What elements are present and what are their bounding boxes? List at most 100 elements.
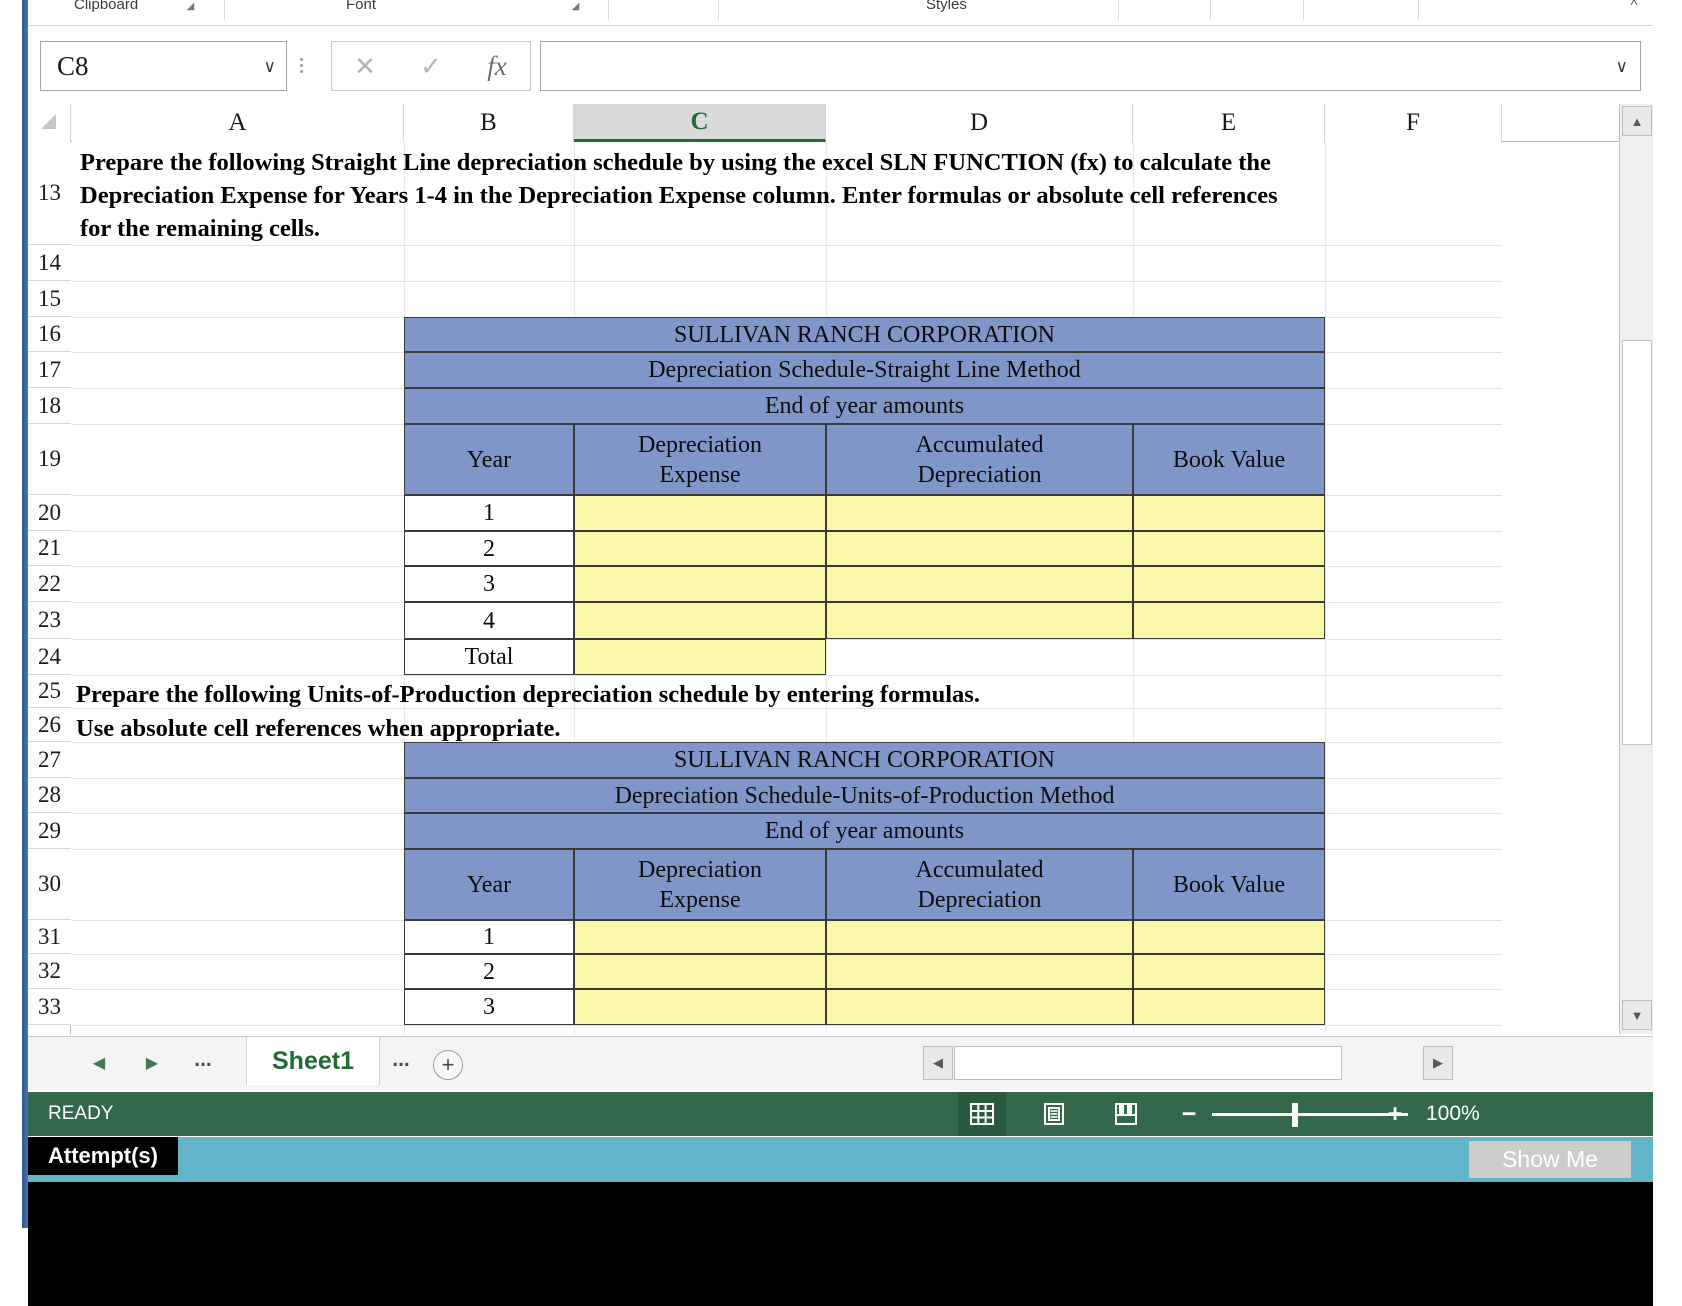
- last-sheet-button[interactable]: ▶: [138, 1051, 166, 1077]
- sheet-tabs-left-ellipsis[interactable]: ...: [188, 1049, 218, 1077]
- row-header-20[interactable]: 20: [28, 495, 71, 531]
- units-of-production-instruction-line1: Prepare the following Units-of-Productio…: [76, 681, 980, 708]
- row-header-26[interactable]: 26: [28, 708, 71, 742]
- select-all-triangle-icon: [41, 114, 56, 129]
- row-header-28[interactable]: 28: [28, 778, 71, 813]
- column-header-e[interactable]: E: [1133, 104, 1325, 142]
- column-header-c[interactable]: C: [574, 104, 826, 142]
- cancel-formula-icon[interactable]: ✕: [340, 53, 390, 79]
- row-header-17[interactable]: 17: [28, 352, 71, 388]
- normal-view-icon[interactable]: [958, 1092, 1006, 1136]
- units-of-production-schedule-row-0-accumulated-depreciation[interactable]: [826, 920, 1133, 954]
- straight-line-schedule-row-2-book-value[interactable]: [1133, 566, 1325, 602]
- row-header-30[interactable]: 30: [28, 849, 71, 920]
- units-of-production-schedule-row-0-depreciation-expense[interactable]: [574, 920, 826, 954]
- column-header-d[interactable]: D: [826, 104, 1133, 142]
- row-header-32[interactable]: 32: [28, 954, 71, 989]
- zoom-level-label[interactable]: 100%: [1426, 1092, 1480, 1136]
- scroll-down-button[interactable]: ▼: [1622, 1000, 1652, 1030]
- column-header-a[interactable]: A: [72, 104, 404, 142]
- column-header-b[interactable]: B: [404, 104, 574, 142]
- name-box[interactable]: C8 ∨: [40, 41, 287, 91]
- units-of-production-schedule-row-1-accumulated-depreciation[interactable]: [826, 954, 1133, 989]
- units-of-production-schedule-row-1-year[interactable]: 2: [404, 954, 574, 989]
- straight-line-schedule-row-0-depreciation-expense[interactable]: [574, 495, 826, 531]
- straight-line-schedule-row-3-accumulated-depreciation[interactable]: [826, 602, 1133, 639]
- straight-line-schedule-row-0-accumulated-depreciation[interactable]: [826, 495, 1133, 531]
- row-header-24[interactable]: 24: [28, 639, 71, 675]
- units-of-production-schedule-row-0-year[interactable]: 1: [404, 920, 574, 954]
- row-header-31[interactable]: 31: [28, 920, 71, 954]
- straight-line-schedule-row-1-depreciation-expense[interactable]: [574, 531, 826, 566]
- units-of-production-schedule-row-1-depreciation-expense[interactable]: [574, 954, 826, 989]
- straight-line-schedule-row-0-year[interactable]: 1: [404, 495, 574, 531]
- zoom-out-button[interactable]: −: [1178, 1092, 1200, 1136]
- column-header-f[interactable]: F: [1325, 104, 1502, 142]
- straight-line-schedule-row-1-accumulated-depreciation[interactable]: [826, 531, 1133, 566]
- hscroll-right-button[interactable]: ▶: [1423, 1046, 1453, 1080]
- straight-line-schedule-row-3-book-value[interactable]: [1133, 602, 1325, 639]
- formula-input[interactable]: ∨: [540, 41, 1641, 91]
- ribbon-group-clipboard: Clipboard: [74, 0, 139, 13]
- units-of-production-schedule-header-accumulated-depreciation-line-2: Depreciation: [917, 886, 1042, 913]
- row-header-15[interactable]: 15: [28, 281, 71, 317]
- straight-line-schedule-row-0-book-value[interactable]: [1133, 495, 1325, 531]
- units-of-production-schedule-row-0-book-value[interactable]: [1133, 920, 1325, 954]
- row-header-33[interactable]: 33: [28, 989, 71, 1025]
- zoom-slider-thumb[interactable]: [1292, 1103, 1298, 1127]
- sheet-tab-sheet1[interactable]: Sheet1: [246, 1037, 380, 1085]
- formula-bar-expand-icon[interactable]: ∨: [1616, 58, 1628, 75]
- name-box-dropdown-icon[interactable]: ∨: [264, 58, 276, 75]
- page-layout-view-icon[interactable]: [1030, 1092, 1078, 1136]
- row-header-18[interactable]: 18: [28, 388, 71, 424]
- straight-line-schedule-row-2-year[interactable]: 3: [404, 566, 574, 602]
- font-dialog-launcher-icon[interactable]: ◢: [569, 0, 582, 13]
- row-header-14[interactable]: 14: [28, 245, 71, 281]
- straight-line-schedule-row-1-book-value[interactable]: [1133, 531, 1325, 566]
- units-of-production-schedule-row-2-year[interactable]: 3: [404, 989, 574, 1025]
- straight-line-schedule-row-4-depreciation-expense[interactable]: [574, 639, 826, 675]
- vertical-scroll-thumb[interactable]: [1622, 340, 1652, 745]
- insert-function-icon[interactable]: fx: [472, 52, 522, 80]
- page-break-preview-icon[interactable]: [1102, 1092, 1150, 1136]
- zoom-slider-track[interactable]: [1212, 1113, 1408, 1116]
- confirm-formula-icon[interactable]: ✓: [406, 53, 456, 79]
- vertical-scrollbar[interactable]: ▲ ▼: [1619, 104, 1653, 1034]
- clipboard-dialog-launcher-icon[interactable]: ◢: [184, 0, 197, 13]
- straight-line-schedule-row-3-depreciation-expense[interactable]: [574, 602, 826, 639]
- zoom-in-button[interactable]: +: [1384, 1092, 1406, 1136]
- straight-line-schedule-row-4-year[interactable]: Total: [404, 639, 574, 675]
- units-of-production-schedule-subtitle: Depreciation Schedule-Units-of-Productio…: [404, 778, 1325, 813]
- units-of-production-schedule-row-2-accumulated-depreciation[interactable]: [826, 989, 1133, 1025]
- row-header-16[interactable]: 16: [28, 317, 71, 352]
- row-header-29[interactable]: 29: [28, 813, 71, 849]
- straight-line-schedule-row-1-year[interactable]: 2: [404, 531, 574, 566]
- units-of-production-schedule-row-1-book-value[interactable]: [1133, 954, 1325, 989]
- first-sheet-button[interactable]: ◀: [85, 1051, 113, 1077]
- row-header-25[interactable]: 25: [28, 675, 71, 708]
- straight-line-instruction-line-3: for the remaining cells.: [80, 215, 320, 242]
- row-header-13[interactable]: 13: [28, 142, 71, 245]
- sheet-tabs-right-ellipsis[interactable]: ...: [386, 1049, 416, 1077]
- horizontal-scrollbar[interactable]: [954, 1046, 1342, 1080]
- bottom-black-area: [28, 1182, 1653, 1306]
- hscroll-left-button[interactable]: ◀: [923, 1046, 953, 1080]
- straight-line-schedule-row-2-accumulated-depreciation[interactable]: [826, 566, 1133, 602]
- show-me-button[interactable]: Show Me: [1469, 1141, 1631, 1178]
- units-of-production-schedule-row-2-depreciation-expense[interactable]: [574, 989, 826, 1025]
- worksheet-grid: A B C D E F 13 14 15 16 17 18 19 20 21 22 23 24 25 26…: [28, 104, 1653, 1034]
- row-header-23[interactable]: 23: [28, 602, 71, 639]
- row-header-27[interactable]: 27: [28, 742, 71, 778]
- units-of-production-schedule-title: SULLIVAN RANCH CORPORATION: [404, 742, 1325, 778]
- units-of-production-schedule-row-2-book-value[interactable]: [1133, 989, 1325, 1025]
- row-header-21[interactable]: 21: [28, 531, 71, 566]
- collapse-ribbon-icon[interactable]: ^: [1623, 0, 1645, 18]
- scroll-up-button[interactable]: ▲: [1622, 106, 1652, 136]
- straight-line-schedule-row-3-year[interactable]: 4: [404, 602, 574, 639]
- select-all-corner[interactable]: [28, 104, 71, 142]
- row-header-22[interactable]: 22: [28, 566, 71, 602]
- units-of-production-schedule-header-depreciation-expense-line-1: Depreciation: [638, 856, 762, 883]
- row-header-19[interactable]: 19: [28, 424, 71, 495]
- add-sheet-button[interactable]: +: [433, 1050, 463, 1080]
- straight-line-schedule-row-2-depreciation-expense[interactable]: [574, 566, 826, 602]
